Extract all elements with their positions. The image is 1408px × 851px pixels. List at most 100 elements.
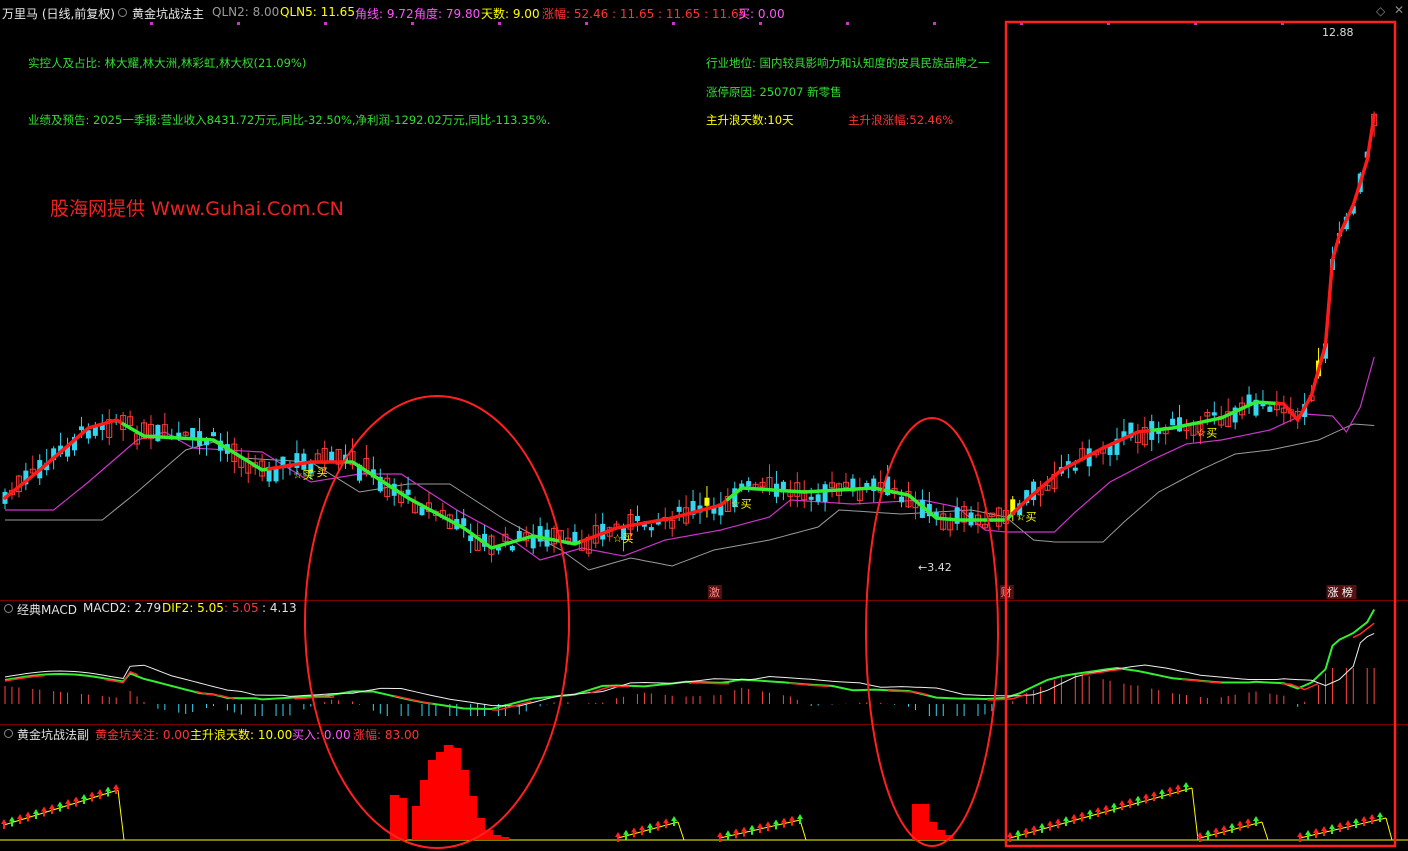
sub-ramp-drop xyxy=(1261,821,1269,841)
candle-body xyxy=(822,484,828,502)
sub-arrow-marker xyxy=(1023,827,1029,838)
sub-arrow-marker xyxy=(1127,797,1133,808)
sub-ramp-drop xyxy=(117,789,125,841)
sub-arrow-marker xyxy=(749,824,755,835)
pit-histogram-bar xyxy=(452,748,461,840)
sub-arrow-marker xyxy=(1047,820,1053,831)
candle-body xyxy=(78,426,84,431)
sub-arrow-marker xyxy=(41,806,47,817)
top-marker-dot xyxy=(672,22,675,25)
pit-histogram-bar xyxy=(428,760,437,840)
candle-body xyxy=(704,497,710,506)
candle-body xyxy=(155,424,161,442)
sub-arrow-marker xyxy=(1345,820,1351,830)
price-low-label: ←3.42 xyxy=(918,561,952,574)
sub-arrow-marker xyxy=(765,821,771,832)
sub-arrow-marker xyxy=(1031,825,1037,836)
sub-arrow-marker xyxy=(773,819,779,830)
sub-arrow-marker xyxy=(1245,818,1251,829)
sub-ramp-drop xyxy=(677,821,685,841)
candle-body xyxy=(808,496,814,500)
sub-arrow-marker xyxy=(1055,818,1061,829)
sub-arrow-marker xyxy=(741,826,747,837)
sub-arrow-marker xyxy=(671,816,677,826)
sub-ramp-line xyxy=(1009,787,1193,839)
sub-arrow-marker xyxy=(647,822,653,833)
ma-gray-line xyxy=(5,423,1375,571)
trend-line-segment xyxy=(1275,113,1376,424)
buy-signal-label: ☆买 xyxy=(731,498,752,511)
sub-arrow-marker xyxy=(33,809,39,819)
sub-arrow-marker xyxy=(9,816,15,827)
sub-arrow-marker xyxy=(1151,791,1157,802)
sub-arrow-marker xyxy=(1237,820,1243,831)
pit-histogram-bar xyxy=(420,780,429,840)
price-high-label: 12.88 xyxy=(1322,26,1354,39)
sub-arrow-marker xyxy=(1377,812,1383,822)
sub-arrow-marker xyxy=(17,814,23,824)
sub-arrow-marker xyxy=(1143,793,1149,804)
pit-histogram-bar xyxy=(460,770,469,840)
sub-arrow-marker xyxy=(1305,830,1311,840)
event-label: 涨 榜 xyxy=(1327,585,1353,599)
sub-arrow-marker xyxy=(65,799,71,809)
pit-histogram-bar xyxy=(444,745,453,840)
sub-arrow-marker xyxy=(73,796,79,807)
sub-arrow-marker xyxy=(1321,826,1327,836)
pit-histogram-bar xyxy=(412,806,421,840)
top-marker-dot xyxy=(585,22,588,25)
sub-arrow-marker xyxy=(733,828,739,839)
sub-arrow-marker xyxy=(1071,813,1077,824)
top-marker-dot xyxy=(411,22,414,25)
candle-body xyxy=(1072,467,1078,471)
candle-body xyxy=(1177,417,1183,432)
pit-histogram-bar xyxy=(936,830,945,840)
candle-body xyxy=(1211,412,1217,416)
top-marker-dot xyxy=(150,22,153,25)
sub-arrow-marker xyxy=(1329,824,1335,834)
sub-arrow-marker xyxy=(1039,822,1045,833)
pit-histogram-bar xyxy=(912,804,921,840)
sub-arrow-marker xyxy=(655,820,661,831)
candle-body xyxy=(572,531,578,543)
buy-signal-label: ☆买 xyxy=(1016,511,1037,524)
sub-arrow-marker xyxy=(1063,816,1069,827)
sub-arrow-marker xyxy=(1095,807,1101,817)
top-marker-dot xyxy=(498,22,501,25)
sub-arrow-marker xyxy=(1135,795,1141,806)
top-marker-dot xyxy=(759,22,762,25)
pit-highlight-ellipse xyxy=(865,417,999,847)
sub-arrow-marker xyxy=(1361,816,1367,826)
pit-histogram-bar xyxy=(492,835,501,840)
sub-arrow-marker xyxy=(1079,811,1085,822)
event-label: 激 xyxy=(709,585,720,599)
ma-magenta-line xyxy=(5,356,1375,561)
sub-arrow-marker xyxy=(1369,814,1375,824)
candle-body xyxy=(1170,418,1176,426)
pit-histogram-bar xyxy=(468,796,477,840)
buy-signal-label: ☆买 xyxy=(613,532,634,545)
candle-body xyxy=(815,494,821,502)
sub-arrow-marker xyxy=(1313,828,1319,838)
pit-histogram-bar xyxy=(436,752,445,840)
sub-arrow-marker xyxy=(781,817,787,828)
sub-arrow-marker xyxy=(97,789,103,799)
sub-arrow-marker xyxy=(49,804,55,814)
pit-histogram-bar xyxy=(398,798,407,840)
candle-body xyxy=(405,489,411,495)
sub-arrow-marker xyxy=(1353,818,1359,828)
sub-arrow-marker xyxy=(1213,827,1219,838)
sub-ramp-drop xyxy=(1385,817,1393,841)
buy-signal-label: ☆买 xyxy=(1196,426,1217,439)
sub-arrow-marker xyxy=(757,823,763,833)
sub-arrow-marker xyxy=(81,794,87,804)
stock-chart[interactable]: ☆买☆买☆买☆买☆买☆买12.88←3.42激财涨 榜 xyxy=(0,0,1408,851)
top-marker-dot xyxy=(933,22,936,25)
sub-arrow-marker xyxy=(1229,822,1235,833)
candle-body xyxy=(746,481,752,487)
macd-red-line xyxy=(4,622,1375,711)
sub-arrow-marker xyxy=(663,818,669,829)
sub-arrow-marker xyxy=(623,829,629,840)
pit-histogram-bar xyxy=(920,804,929,840)
sub-arrow-marker xyxy=(1337,822,1343,832)
